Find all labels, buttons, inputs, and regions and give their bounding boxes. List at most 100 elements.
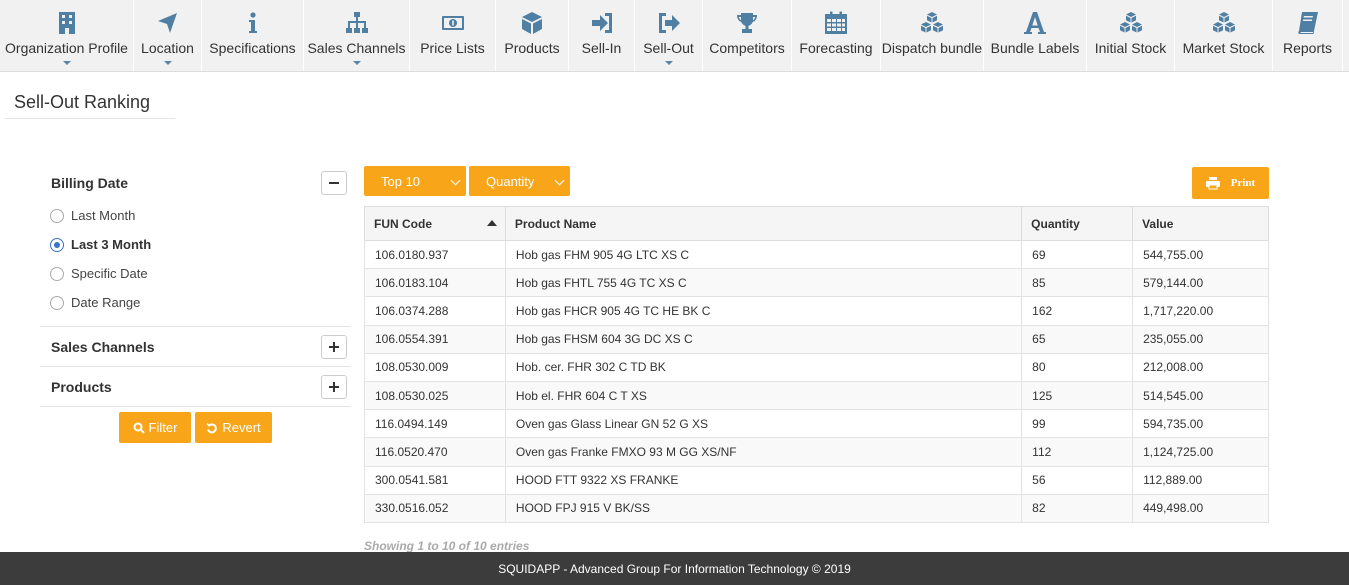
table-row[interactable]: 330.0516.052 HOOD FPJ 915 V BK/SS 82 449,49…: [364, 493, 1269, 523]
nav-item-reports[interactable]: Reports: [1273, 0, 1343, 71]
expand-products-button[interactable]: [321, 374, 347, 399]
nav-item-label: Forecasting: [799, 40, 873, 56]
table-cell: 85: [1021, 268, 1134, 298]
table-row[interactable]: 106.0374.288 Hob gas FHCR 905 4G TC HE BK…: [364, 296, 1269, 326]
nav-item-initial-stock[interactable]: Initial Stock: [1087, 0, 1175, 71]
metric-value: Quantity: [486, 173, 535, 189]
revert-button-label: Revert: [222, 420, 261, 435]
radio-label: Specific Date: [71, 266, 148, 281]
cubes-icon: [920, 11, 944, 35]
nav-item-label: Specifications: [209, 40, 296, 56]
table-cell: 69: [1021, 239, 1134, 270]
print-icon: [1205, 177, 1220, 190]
collapse-billing-date-button[interactable]: [321, 171, 347, 195]
revert-button[interactable]: Revert: [195, 412, 272, 443]
nav-item-label: Location: [141, 40, 194, 56]
cubes-icon: [1119, 11, 1143, 35]
filter-button[interactable]: Filter: [119, 412, 191, 443]
table-cell: Hob gas FHTL 755 4G TC XS C: [504, 268, 1023, 298]
table-cell: Hob el. FHR 604 C T XS: [504, 380, 1023, 411]
calendar-icon: [824, 11, 848, 35]
nav-item-competitors[interactable]: Competitors: [703, 0, 792, 71]
table-cell: HOOD FPJ 915 V BK/SS: [504, 493, 1023, 523]
radio-button[interactable]: [50, 266, 64, 281]
billing-date-option-specific-date[interactable]: Specific Date: [40, 259, 351, 288]
radio-label: Date Range: [71, 295, 141, 310]
column-header-quantity[interactable]: Quantity: [1021, 206, 1134, 241]
nav-item-dispatch-bundle[interactable]: Dispatch bundle: [881, 0, 984, 71]
footer-text: SQUIDAPP - Advanced Group For Informatio…: [498, 561, 851, 576]
nav-item-sell-out[interactable]: Sell-Out: [635, 0, 703, 71]
sort-asc-icon: [486, 220, 497, 226]
nav-item-label: Dispatch bundle: [881, 40, 983, 56]
billing-date-header: Billing Date: [40, 165, 351, 201]
ranking-table: FUN Code Product Name Quantity Value 106…: [364, 206, 1269, 523]
column-header-fun-code[interactable]: FUN Code: [364, 206, 506, 241]
expand-sales-channels-button[interactable]: [321, 334, 347, 359]
table-cell: 116.0494.149: [364, 409, 506, 439]
table-cell: 162: [1021, 296, 1134, 326]
nav-item-label: Sell-In: [581, 40, 622, 56]
column-header-product-name[interactable]: Product Name: [504, 206, 1023, 241]
nav-item-bundle-labels[interactable]: Bundle Labels: [984, 0, 1087, 71]
table-cell: 125: [1021, 380, 1134, 411]
table-row[interactable]: 106.0183.104 Hob gas FHTL 755 4G TC XS C8…: [364, 268, 1269, 298]
nav-item-organization-profile[interactable]: Organization Profile: [0, 0, 134, 71]
metric-dropdown[interactable]: Quantity: [469, 166, 570, 196]
nav-item-label: Organization Profile: [5, 40, 128, 56]
footer: SQUIDAPP - Advanced Group For Informatio…: [0, 552, 1349, 585]
top-n-value: Top 10: [381, 173, 421, 189]
chevron-down-icon: [554, 175, 565, 186]
nav-item-location[interactable]: Location: [134, 0, 202, 71]
table-cell: Hob gas FHM 905 4G LTC XS C: [504, 239, 1023, 270]
table-row[interactable]: 108.0530.009 Hob. cer. FHR 302 C TD BK 80 2…: [364, 352, 1269, 382]
sign-out-icon: [657, 11, 681, 35]
table-cell: 330.0516.052: [364, 493, 506, 523]
nav-item-specifications[interactable]: Specifications: [202, 0, 304, 71]
table-cell: 108.0530.025: [364, 380, 506, 411]
billing-date-option-last-month[interactable]: Last Month: [40, 201, 351, 230]
nav-item-forecasting[interactable]: Forecasting: [792, 0, 881, 71]
table-row[interactable]: 106.0554.391 Hob gas FHSM 604 3G DC XS C6…: [364, 324, 1269, 354]
radio-button[interactable]: [50, 237, 64, 252]
filter-button-label: Filter: [148, 420, 178, 435]
table-cell: 212,008.00: [1132, 352, 1269, 382]
nav-item-label: Price Lists: [420, 40, 485, 56]
nav-item-sales-channels[interactable]: Sales Channels: [304, 0, 410, 71]
caret-down-icon: [62, 61, 71, 65]
nav-item-label: Sell-Out: [643, 40, 694, 56]
print-button[interactable]: Print: [1192, 167, 1269, 199]
column-header-value[interactable]: Value: [1132, 206, 1269, 241]
showing-entries-text: Showing 1 to 10 of 10 entries: [364, 539, 530, 553]
table-row[interactable]: 116.0520.470 Oven gas Franke FMXO 93 M GG…: [364, 437, 1269, 467]
table-cell: 106.0183.104: [364, 268, 506, 298]
billing-date-option-last-3-month[interactable]: Last 3 Month: [40, 230, 351, 259]
nav-item-price-lists[interactable]: Price Lists: [410, 0, 496, 71]
top-n-dropdown[interactable]: Top 10: [364, 166, 466, 196]
table-row[interactable]: 300.0541.581 HOOD FTT 9322 XS FRANKE 56 112…: [364, 465, 1269, 495]
minus-icon: [329, 182, 339, 184]
table-row[interactable]: 106.0180.937 Hob gas FHM 905 4G LTC XS C6…: [364, 239, 1269, 270]
caret-down-icon: [163, 61, 172, 65]
filter-panel: Billing Date Last Month Last 3 Month Speci…: [40, 165, 351, 443]
billing-date-option-date-range[interactable]: Date Range: [40, 288, 351, 317]
nav-item-products[interactable]: Products: [496, 0, 569, 71]
page-title: Sell-Out Ranking: [14, 92, 151, 112]
table-cell: 544,755.00: [1132, 239, 1269, 270]
print-button-label: Print: [1230, 177, 1256, 189]
products-title: Products: [51, 378, 112, 395]
radio-button[interactable]: [50, 295, 64, 310]
main-nav: Organization Profile Location Specificatio…: [0, 0, 1349, 72]
table-row[interactable]: 108.0530.025 Hob el. FHR 604 C T XS 125 514…: [364, 380, 1269, 411]
table-row[interactable]: 116.0494.149 Oven gas Glass Linear GN 52 …: [364, 409, 1269, 439]
nav-item-sell-in[interactable]: Sell-In: [569, 0, 635, 71]
nav-item-market-stock[interactable]: Market Stock: [1175, 0, 1273, 71]
table-cell: Oven gas Franke FMXO 93 M GG XS/NF: [504, 437, 1023, 467]
filter-actions: Filter Revert: [40, 412, 351, 443]
sales-channels-header: Sales Channels: [40, 327, 351, 366]
table-cell: 116.0520.470: [364, 437, 506, 467]
nav-item-label: Market Stock: [1182, 40, 1265, 56]
table-cell: 65: [1021, 324, 1134, 354]
radio-button[interactable]: [50, 208, 64, 223]
table-body: 106.0180.937 Hob gas FHM 905 4G LTC XS C6…: [364, 239, 1269, 523]
